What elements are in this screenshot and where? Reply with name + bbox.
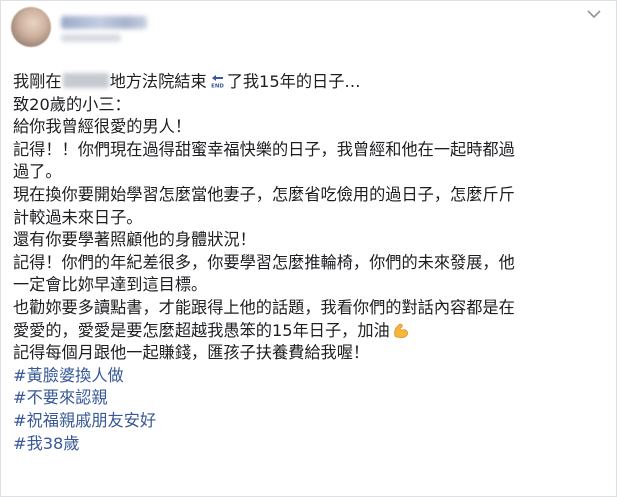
- author-name-redacted[interactable]: [61, 16, 147, 29]
- post-line-5: 過了。: [13, 162, 62, 182]
- end-arrow-icon: END: [208, 72, 226, 89]
- post-line-8: 還有你要學著照顧他的身體狀況！: [13, 230, 256, 250]
- post-card: 我剛在 地方法院結束 END 了我15年的日子… 致20歲的小三： 給你我曾經很愛…: [0, 0, 617, 497]
- post-line-1: 我剛在 地方法院結束 END 了我15年的日子…: [13, 71, 609, 94]
- post-line-2: 致20歲的小三：: [13, 94, 131, 114]
- post-line-9: 記得！你們的年紀差很多，你要學習怎麼推輪椅，你們的未來發展，他: [13, 252, 515, 272]
- post-body: 我剛在 地方法院結束 END 了我15年的日子… 致20歲的小三： 給你我曾經很愛…: [13, 71, 609, 455]
- text-segment: 愛愛的，愛愛是要怎麼超越我愚笨的15年日子，加油: [13, 320, 390, 340]
- redacted-location: [62, 73, 109, 88]
- hashtag-link[interactable]: #我38歲: [13, 433, 609, 456]
- post-line-7: 計較過未來日子。: [13, 207, 143, 227]
- post-meta-redacted: [61, 34, 121, 42]
- post-line-13: 記得每個月跟他一起賺錢，匯孩子扶養費給我喔！: [13, 343, 370, 363]
- flexed-biceps-icon: [393, 323, 408, 338]
- post-line-4: 記得！！你們現在過得甜蜜幸福快樂的日子，我曾經和他在一起時都過: [13, 139, 515, 159]
- text-segment: 地方法院結束: [109, 72, 207, 91]
- text-segment: 了我15年的日子…: [226, 72, 361, 91]
- post-line-3: 給你我曾經很愛的男人！: [13, 117, 192, 137]
- chevron-down-icon[interactable]: [584, 7, 604, 21]
- svg-text:END: END: [211, 83, 224, 89]
- hashtag-link[interactable]: #祝福親戚朋友安好: [13, 410, 609, 433]
- post-line-6: 現在換你要開始學習怎麼當他妻子，怎麼省吃儉用的過日子，怎麼斤斤: [13, 184, 515, 204]
- post-line-10: 一定會比妳早達到這目標。: [13, 275, 208, 295]
- avatar[interactable]: [11, 7, 51, 47]
- post-line-12: 愛愛的，愛愛是要怎麼超越我愚笨的15年日子，加油: [13, 320, 609, 343]
- text-segment: 我剛在: [13, 72, 62, 91]
- post-header: [11, 7, 606, 49]
- post-line-11: 也勸妳要多讀點書，才能跟得上他的話題，我看你們的對話內容都是在: [13, 297, 515, 317]
- hashtag-link[interactable]: #黃臉婆換人做: [13, 365, 609, 388]
- hashtag-link[interactable]: #不要來認親: [13, 387, 609, 410]
